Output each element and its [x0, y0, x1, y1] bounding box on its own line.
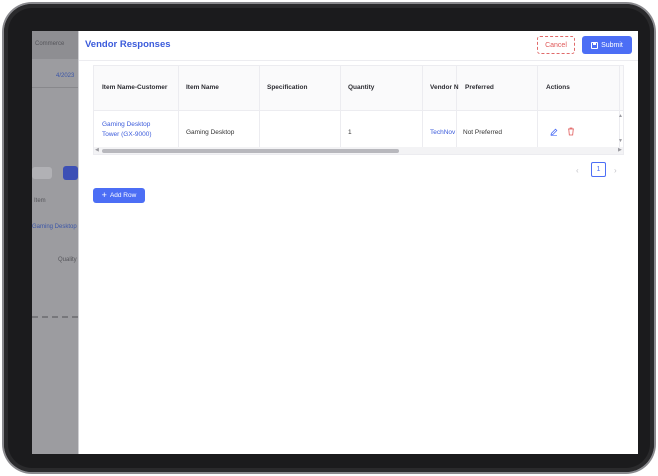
horizontal-scroll-thumb[interactable] — [102, 149, 399, 153]
background-divider — [32, 87, 78, 88]
submit-button[interactable]: Submit — [582, 36, 632, 54]
column-divider — [340, 66, 341, 147]
item-name-customer-line2: Tower (GX-9000) — [102, 131, 152, 138]
drawer-header: Vendor Responses Cancel Submit — [79, 31, 638, 61]
scroll-up-arrow[interactable]: ▲ — [618, 113, 623, 119]
background-column-label: Quality — [58, 257, 77, 263]
column-divider — [537, 66, 538, 147]
column-header-actions: Actions — [546, 84, 570, 91]
column-header-item-name-customer: Item Name-Customer — [102, 84, 168, 91]
column-divider — [619, 66, 620, 147]
item-name-cell: Gaming Desktop — [186, 129, 235, 136]
drawer-title: Vendor Responses — [85, 39, 171, 50]
scroll-left-arrow[interactable]: ◀ — [95, 147, 99, 153]
scroll-down-arrow[interactable]: ▼ — [618, 138, 623, 144]
horizontal-scrollbar[interactable]: ◀ ▶ — [94, 147, 623, 154]
column-header-specification: Specification — [267, 84, 308, 91]
background-dashed-line — [32, 316, 78, 318]
column-divider — [422, 66, 423, 147]
chevron-left-icon[interactable]: ‹ — [576, 166, 579, 175]
add-row-label: Add Row — [109, 192, 137, 199]
vendor-responses-drawer: Vendor Responses Cancel Submit Item Name… — [78, 31, 638, 454]
quantity-cell: 1 — [348, 129, 352, 136]
pagination-page-current[interactable]: 1 — [591, 162, 606, 177]
cancel-button-label: Cancel — [545, 41, 567, 49]
delete-icon[interactable] — [567, 127, 575, 136]
item-name-customer-link[interactable]: Gaming Desktop Tower (GX-9000) — [102, 120, 152, 140]
item-name-customer-line1: Gaming Desktop — [102, 121, 151, 128]
edit-icon[interactable] — [550, 128, 558, 136]
scroll-right-arrow[interactable]: ▶ — [618, 147, 622, 153]
background-row-label: Item — [34, 198, 46, 204]
column-divider — [259, 66, 260, 147]
background-button — [32, 167, 52, 179]
column-header-vendor-name: Vendor N — [430, 84, 459, 91]
submit-icon — [591, 41, 599, 49]
vendor-name-link[interactable]: TechNov — [430, 128, 455, 138]
column-header-item-name: Item Name — [186, 84, 219, 91]
chevron-right-icon[interactable]: › — [614, 166, 617, 175]
background-breadcrumb: 4/2023 — [56, 73, 75, 79]
column-header-quantity: Quantity — [348, 84, 375, 91]
preferred-cell: Not Preferred — [463, 129, 503, 136]
column-header-preferred: Preferred — [465, 84, 494, 91]
plus-icon: + — [101, 190, 107, 200]
tablet-frame: Commerce 4/2023 Item Gaming Desktop Tow … — [4, 4, 654, 472]
add-row-button[interactable]: + Add Row — [93, 188, 145, 203]
cancel-button[interactable]: Cancel — [537, 36, 575, 54]
column-divider — [456, 66, 457, 147]
pagination-page-number: 1 — [596, 166, 601, 173]
screen: Commerce 4/2023 Item Gaming Desktop Tow … — [32, 31, 638, 454]
background-top-label: Commerce — [35, 41, 65, 47]
vendor-table: Item Name-Customer Item Name Specificati… — [93, 65, 624, 155]
background-primary-button — [63, 166, 78, 180]
submit-button-label: Submit — [601, 41, 623, 49]
column-divider — [178, 66, 179, 147]
background-page: Commerce 4/2023 Item Gaming Desktop Tow … — [32, 31, 89, 454]
